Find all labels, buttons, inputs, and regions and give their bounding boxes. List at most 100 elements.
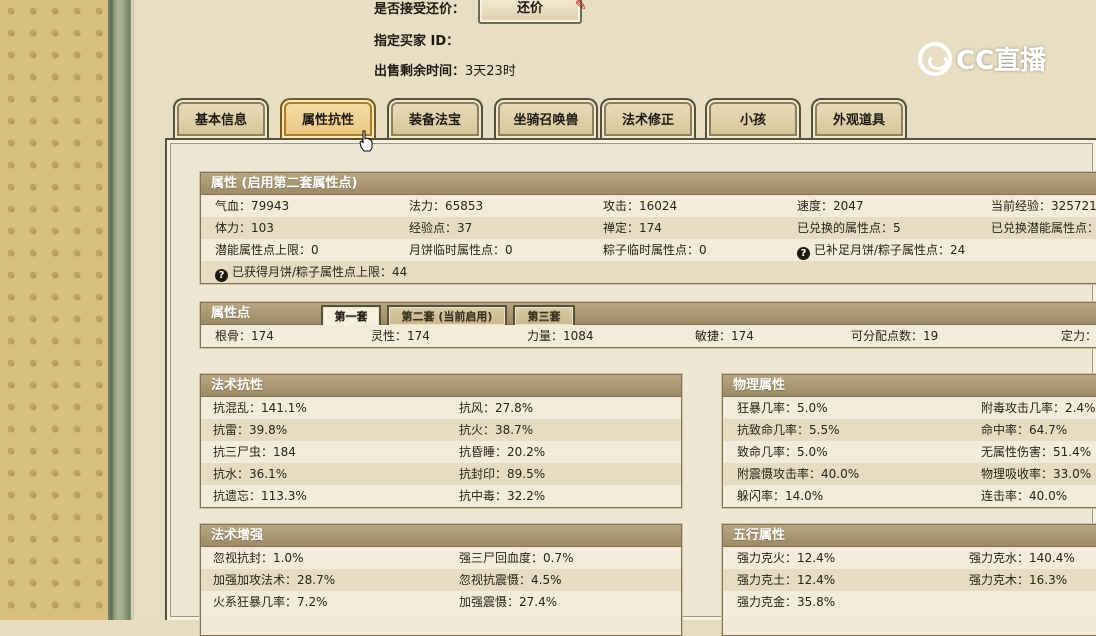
- stat-cell: 无属性伤害：51.4%: [981, 445, 1092, 459]
- stat-cell: 抗封印：89.5%: [459, 467, 546, 481]
- stat-cell: 狂暴几率：5.0%: [737, 401, 828, 415]
- attr-cell-with-help: ? 已获得月饼/粽子属性点上限：44: [215, 261, 407, 283]
- stat-cell: 忽视抗震慑：4.5%: [459, 573, 562, 587]
- attr-cell: 月饼临时属性点：0: [409, 243, 513, 257]
- table-row: 强力克土：12.4% 强力克木：16.3%: [723, 569, 1096, 591]
- stat-cell: 抗混乱：141.1%: [213, 401, 307, 415]
- table-row: 加强加攻法术：28.7% 忽视抗震慑：4.5%: [201, 569, 681, 591]
- table-row: 抗三尸虫：184 抗昏睡：20.2%: [201, 441, 681, 463]
- point-cell: 灵性：174: [371, 329, 430, 343]
- attr-cell: 气血：79943: [215, 199, 290, 213]
- tab-set-3[interactable]: 第三套: [513, 305, 575, 325]
- tab-basic-info[interactable]: 基本信息: [173, 98, 269, 138]
- table-row: 抗遗忘：113.3% 抗中毒：32.2%: [201, 485, 681, 507]
- table-row: 抗雷：39.8% 抗火：38.7%: [201, 419, 681, 441]
- counteroffer-button[interactable]: 还价: [478, 0, 582, 24]
- buyer-id-row: 指定买家 ID：: [374, 30, 465, 49]
- attr-cell: 体力：103: [215, 221, 274, 235]
- attributes-section: 属性 (启用第二套属性点) 气血：79943 法力：65853 攻击：16024…: [200, 172, 1096, 284]
- stat-cell: 物理吸收率：33.0%: [981, 467, 1092, 481]
- stat-cell: 火系狂暴几率：7.2%: [213, 595, 328, 609]
- attr-cell: 当前经验：3257213: [991, 199, 1096, 213]
- attribute-points-section: 属性点 第一套 第二套 (当前启用) 第三套 根骨：174 灵性：174 力量：…: [200, 302, 1096, 348]
- attribute-points-title: 属性点: [211, 306, 251, 321]
- attr-cell: 禅定：174: [603, 221, 662, 235]
- tab-set-2[interactable]: 第二套 (当前启用): [387, 305, 507, 325]
- attribute-points-header: 属性点 第一套 第二套 (当前启用) 第三套: [201, 303, 1096, 327]
- tab-spell-correction[interactable]: 法术修正: [600, 98, 696, 138]
- attributes-row: 潜能属性点上限：0 月饼临时属性点：0 粽子临时属性点：0 ? 已补足月饼/粽子属…: [201, 239, 1096, 261]
- remaining-time-value: 3天23时: [465, 64, 516, 79]
- five-elements-section: 五行属性 强力克火：12.4% 强力克水：140.4% 强力克土：12.4% 强力克…: [722, 524, 1096, 636]
- stat-cell: 附毒攻击几率：2.4%: [981, 401, 1096, 415]
- stat-cell: 抗遗忘：113.3%: [213, 489, 307, 503]
- cc-logo-icon: [918, 41, 952, 76]
- attribute-points-row: 根骨：174 灵性：174 力量：1084 敏捷：174 可分配点数：19 定力…: [201, 325, 1096, 347]
- watermark-text: CC直播: [956, 46, 1047, 76]
- pin-icon: ✎: [575, 0, 587, 14]
- stat-cell: 抗中毒：32.2%: [459, 489, 546, 503]
- stat-cell: 抗火：38.7%: [459, 423, 534, 437]
- table-row: 致命几率：5.0% 无属性伤害：51.4%: [723, 441, 1096, 463]
- stat-cell: 忽视抗封：1.0%: [213, 551, 304, 565]
- stat-cell: 强力克土：12.4%: [737, 573, 836, 587]
- table-row: 抗混乱：141.1% 抗风：27.8%: [201, 397, 681, 419]
- point-cell: 敏捷：174: [695, 329, 754, 343]
- accept-counteroffer-row: 是否接受还价：: [374, 0, 465, 17]
- table-row: 附震慑攻击率：40.0% 物理吸收率：33.0%: [723, 463, 1096, 485]
- stat-cell: 抗雷：39.8%: [213, 423, 288, 437]
- point-cell: 力量：1084: [527, 329, 594, 343]
- attr-cell: 潜能属性点上限：0: [215, 243, 319, 257]
- stat-cell: 附震慑攻击率：40.0%: [737, 467, 860, 481]
- attributes-row: 体力：103 经验点：37 禅定：174 已兑换的属性点：5 已兑换潜能属性点：: [201, 217, 1096, 239]
- stat-cell: 强力克木：16.3%: [969, 573, 1068, 587]
- stat-cell: 加强震慑：27.4%: [459, 595, 558, 609]
- physical-attributes-section: 物理属性 狂暴几率：5.0% 附毒攻击几率：2.4% 抗致命几率：5.5% 命中率：…: [722, 374, 1096, 508]
- table-row: 抗水：36.1% 抗封印：89.5%: [201, 463, 681, 485]
- attributes-row: ? 已获得月饼/粽子属性点上限：44: [201, 261, 1096, 283]
- spell-enhancement-title: 法术增强: [201, 525, 681, 547]
- stat-cell: 强力克水：140.4%: [969, 551, 1075, 565]
- stat-cell: 抗风：27.8%: [459, 401, 534, 415]
- attributes-title: 属性 (启用第二套属性点): [201, 173, 1096, 195]
- physical-attributes-title: 物理属性: [723, 375, 1096, 397]
- table-row: 火系狂暴几率：7.2% 加强震慑：27.4%: [201, 591, 681, 613]
- buyer-id-label: 指定买家 ID：: [374, 34, 460, 49]
- table-row: 抗致命几率：5.5% 命中率：64.7%: [723, 419, 1096, 441]
- table-row: 强力克火：12.4% 强力克水：140.4%: [723, 547, 1096, 569]
- tab-set-1[interactable]: 第一套: [321, 305, 381, 327]
- stat-cell: 致命几率：5.0%: [737, 445, 828, 459]
- stat-cell: 命中率：64.7%: [981, 423, 1068, 437]
- stat-cell: 抗昏睡：20.2%: [459, 445, 546, 459]
- tab-equipment[interactable]: 装备法宝: [387, 98, 483, 138]
- tab-mounts-summons[interactable]: 坐骑召唤兽: [494, 98, 598, 138]
- stat-cell: 抗致命几率：5.5%: [737, 423, 840, 437]
- stat-cell: 躲闪率：14.0%: [737, 489, 824, 503]
- help-icon[interactable]: ?: [797, 247, 810, 260]
- five-elements-title: 五行属性: [723, 525, 1096, 547]
- stat-cell: 强力克金：35.8%: [737, 595, 836, 609]
- stat-cell: 强三尸回血度：0.7%: [459, 551, 574, 565]
- attr-cell: 攻击：16024: [603, 199, 678, 213]
- attr-cell: 已兑换潜能属性点：: [991, 221, 1096, 235]
- point-cell: 可分配点数：19: [851, 329, 939, 343]
- tab-child[interactable]: 小孩: [705, 98, 801, 138]
- attr-cell: 粽子临时属性点：0: [603, 243, 707, 257]
- spell-enhancement-section: 法术增强 忽视抗封：1.0% 强三尸回血度：0.7% 加强加攻法术：28.7% 忽视…: [200, 524, 682, 636]
- help-icon[interactable]: ?: [215, 269, 228, 282]
- attr-cell-with-help: ? 已补足月饼/粽子属性点：24: [797, 239, 965, 261]
- stat-cell: 加强加攻法术：28.7%: [213, 573, 336, 587]
- point-cell: 根骨：174: [215, 329, 274, 343]
- table-row: 强力克金：35.8%: [723, 591, 1096, 613]
- stat-cell: 抗三尸虫：184: [213, 445, 296, 459]
- tab-appearance-items[interactable]: 外观道具: [811, 98, 907, 138]
- attributes-row: 气血：79943 法力：65853 攻击：16024 速度：2047 当前经验：…: [201, 195, 1096, 217]
- attr-cell: 已兑换的属性点：5: [797, 221, 901, 235]
- stat-cell: 连击率：40.0%: [981, 489, 1068, 503]
- spell-resistance-section: 法术抗性 抗混乱：141.1% 抗风：27.8% 抗雷：39.8% 抗火：38.7%…: [200, 374, 682, 508]
- attr-cell: 法力：65853: [409, 199, 484, 213]
- stat-cell: 强力克火：12.4%: [737, 551, 836, 565]
- stat-cell: 抗水：36.1%: [213, 467, 288, 481]
- spell-resistance-title: 法术抗性: [201, 375, 681, 397]
- left-decorative-pattern: [0, 0, 108, 620]
